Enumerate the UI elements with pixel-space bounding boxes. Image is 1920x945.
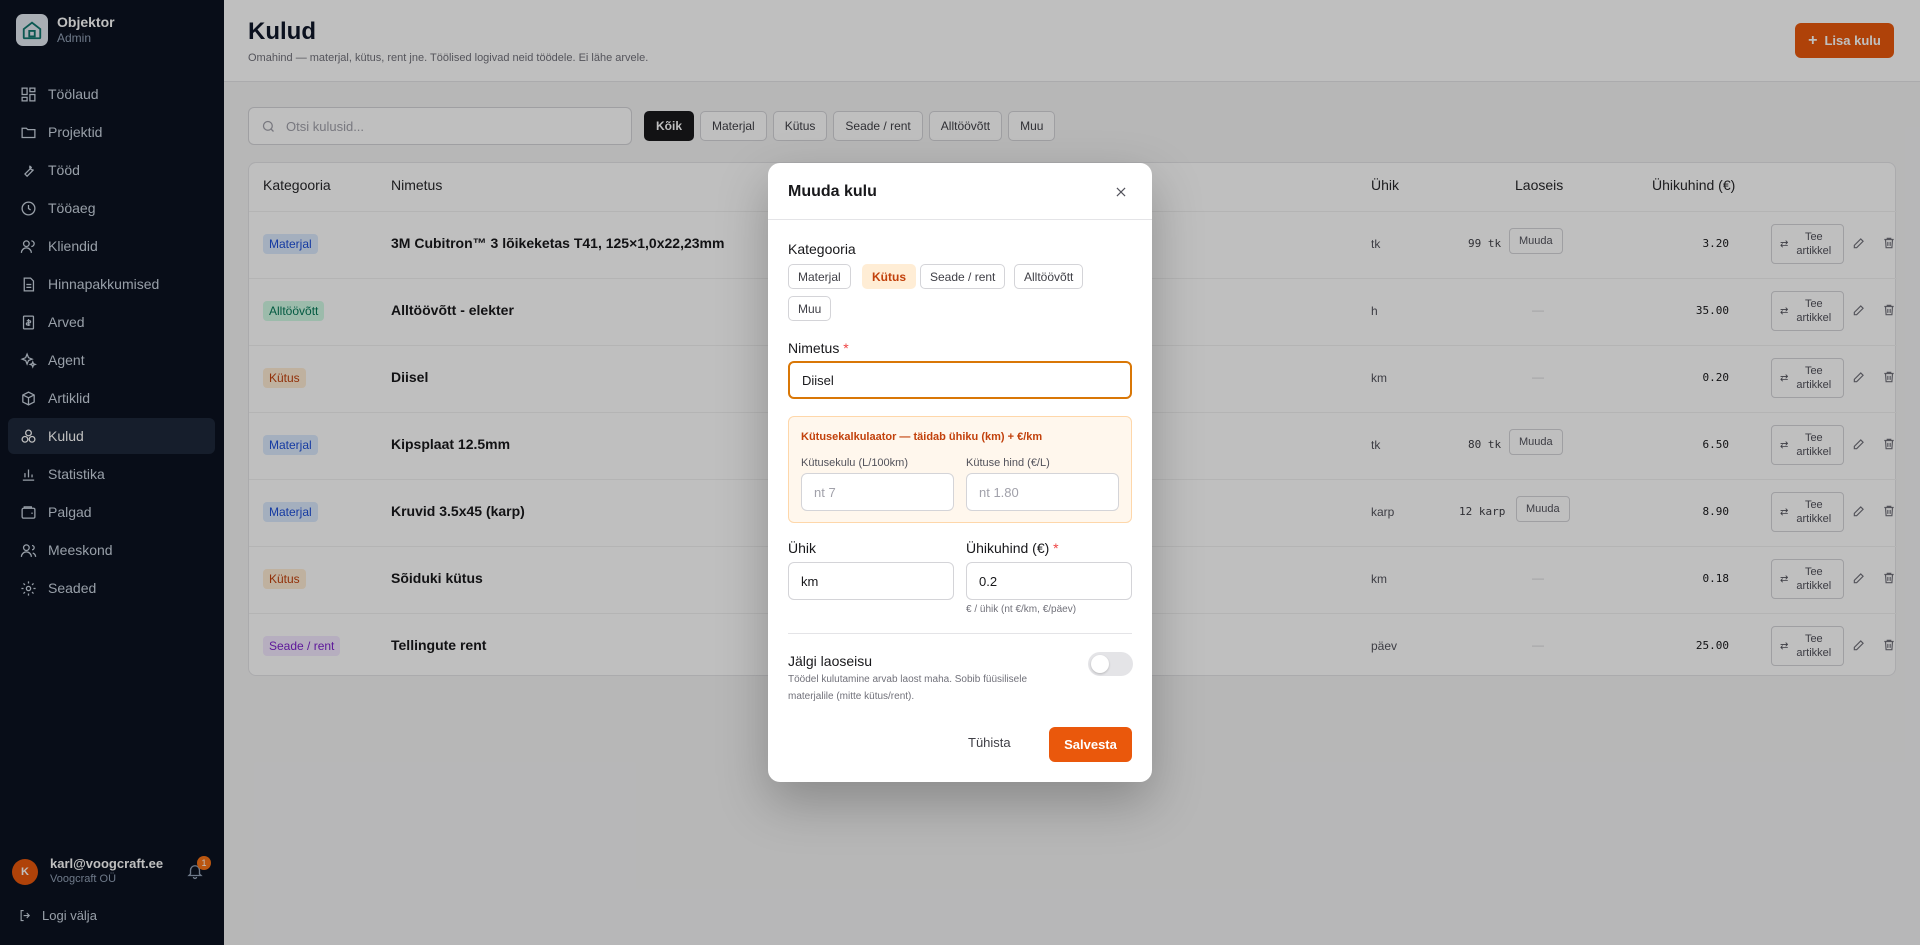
unit-price-label: Ühikuhind (€) *: [966, 540, 1059, 556]
category-chip-materjal[interactable]: Materjal: [788, 264, 851, 289]
consumption-label: Kütusekulu (L/100km): [801, 457, 908, 469]
name-input[interactable]: Diisel: [788, 361, 1132, 399]
unit-input[interactable]: km: [788, 562, 954, 600]
category-chip-kutus[interactable]: Kütus: [862, 264, 916, 289]
modal-title: Muuda kulu: [788, 183, 877, 200]
track-stock-hint: Töödel kulutamine arvab laost maha. Sobi…: [788, 674, 1028, 685]
category-chip-seade-rent[interactable]: Seade / rent: [920, 264, 1006, 289]
modal-header: Muuda kulu: [768, 163, 1152, 220]
consumption-input[interactable]: nt 7: [801, 473, 954, 511]
toggle-knob: [1091, 655, 1109, 673]
name-label-text: Nimetus: [788, 340, 840, 356]
name-label: Nimetus *: [788, 340, 849, 356]
track-stock-toggle[interactable]: [1088, 652, 1133, 676]
required-mark: *: [843, 340, 849, 356]
track-stock-label: Jälgi laoseisu: [788, 653, 873, 669]
divider: [788, 633, 1132, 634]
unit-price-input[interactable]: 0.2: [966, 562, 1132, 600]
track-stock-hint: materjalile (mitte kütus/rent).: [788, 691, 915, 702]
edit-cost-modal: Muuda kulu Kategooria Materjal Kütus Sea…: [768, 163, 1152, 782]
close-icon[interactable]: [1114, 185, 1128, 199]
category-chip-alltoovott[interactable]: Alltöövõtt: [1014, 264, 1084, 289]
fuel-calculator: Kütusekalkulaator — täidab ühiku (km) + …: [788, 416, 1132, 523]
fuel-price-label: Kütuse hind (€/L): [966, 457, 1050, 469]
unit-label: Ühik: [788, 540, 817, 556]
unit-price-hint: € / ühik (nt €/km, €/päev): [966, 604, 1077, 615]
fuel-calculator-title: Kütusekalkulaator — täidab ühiku (km) + …: [801, 431, 1043, 443]
cancel-button[interactable]: Tühista: [968, 735, 1011, 750]
unit-price-label-text: Ühikuhind (€): [966, 540, 1050, 556]
category-label: Kategooria: [788, 241, 856, 257]
save-button[interactable]: Salvesta: [1049, 727, 1132, 762]
fuel-price-input[interactable]: nt 1.80: [966, 473, 1119, 511]
required-mark: *: [1053, 540, 1059, 556]
category-chip-muu[interactable]: Muu: [788, 296, 832, 321]
